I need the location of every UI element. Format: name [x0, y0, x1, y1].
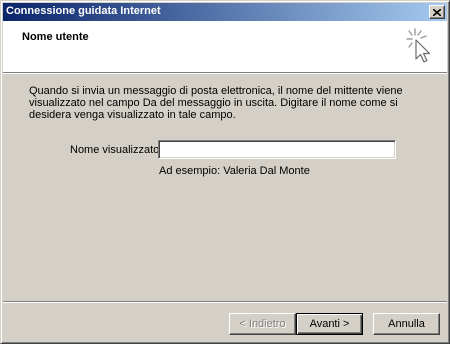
footer-separator	[3, 301, 447, 303]
description-text: Quando si invia un messaggio di posta el…	[29, 85, 403, 121]
cancel-button[interactable]: Annulla	[373, 313, 440, 335]
header-separator	[3, 72, 447, 74]
example-text: Ad esempio: Valeria Dal Monte	[159, 165, 310, 177]
close-icon	[433, 8, 441, 16]
wizard-cursor-icon	[406, 28, 431, 63]
next-button[interactable]: Avanti >	[296, 313, 363, 335]
display-name-input[interactable]	[158, 140, 396, 159]
header-panel: Nome utente	[3, 21, 447, 72]
window-title: Connessione guidata Internet	[6, 5, 161, 17]
wizard-window: Connessione guidata Internet Nome utente…	[0, 0, 450, 344]
display-name-label: Nome visualizzato:	[70, 144, 163, 156]
close-button[interactable]	[429, 5, 445, 19]
back-button[interactable]: < Indietro	[229, 313, 296, 335]
page-title: Nome utente	[22, 31, 89, 43]
title-bar[interactable]: Connessione guidata Internet	[3, 3, 447, 21]
